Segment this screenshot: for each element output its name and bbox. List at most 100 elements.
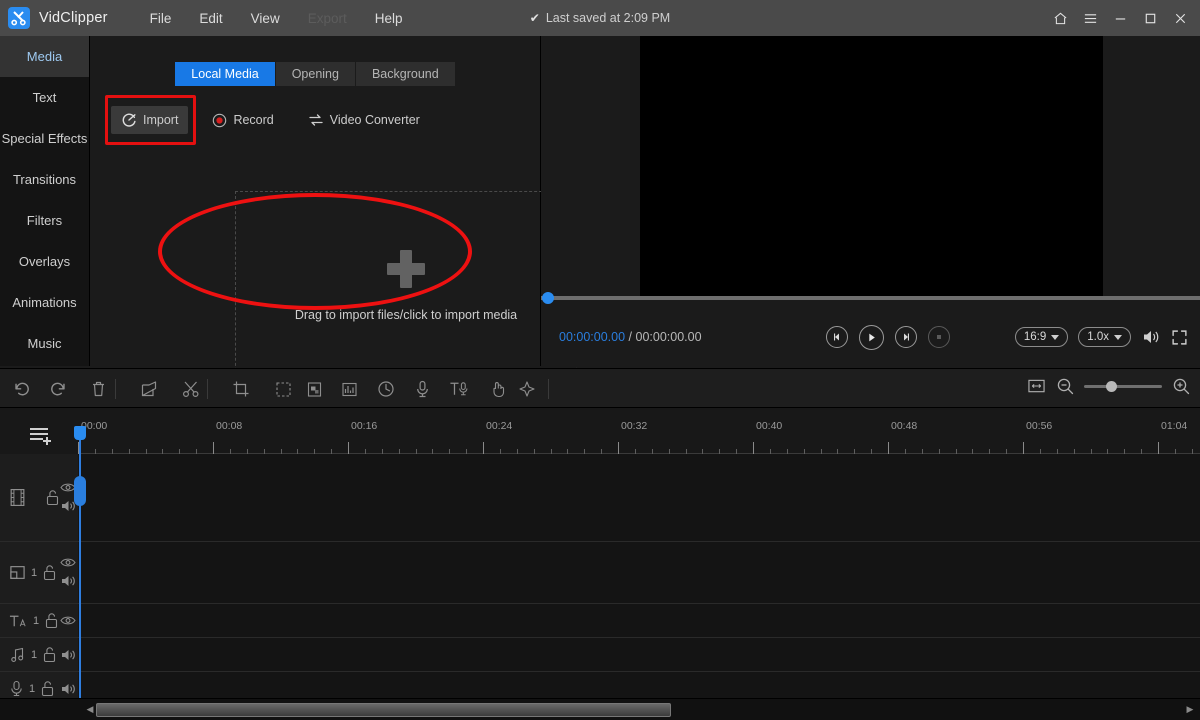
delete-icon[interactable]: [86, 377, 110, 401]
playhead-handle[interactable]: [74, 426, 86, 440]
ruler-tick: [213, 442, 214, 454]
edit-icon[interactable]: [137, 377, 161, 401]
previous-frame-button[interactable]: [826, 326, 848, 348]
record-button[interactable]: Record: [202, 107, 283, 134]
sidebar-item-text[interactable]: Text: [0, 77, 89, 118]
playback-speed-dropdown[interactable]: 1.0x: [1078, 327, 1131, 347]
tab-opening[interactable]: Opening: [276, 62, 356, 86]
voiceover-icon[interactable]: [410, 377, 434, 401]
ruler-tick: [888, 442, 889, 454]
hamburger-menu-icon[interactable]: [1076, 4, 1104, 32]
redo-icon[interactable]: [45, 377, 69, 401]
hscroll-thumb[interactable]: [96, 703, 671, 717]
zoom-in-icon[interactable]: [1172, 377, 1190, 395]
sidebar-item-transitions[interactable]: Transitions: [0, 159, 89, 200]
menu-file[interactable]: File: [136, 7, 186, 30]
menu-help[interactable]: Help: [361, 7, 417, 30]
sidebar-item-filters[interactable]: Filters: [0, 200, 89, 241]
track-lane-text[interactable]: [78, 604, 1200, 637]
sidebar-item-overlays[interactable]: Overlays: [0, 241, 89, 282]
time-separator: /: [629, 330, 632, 344]
gesture-icon[interactable]: [486, 377, 510, 401]
home-icon[interactable]: [1046, 4, 1074, 32]
preview-scrubber[interactable]: [541, 296, 1200, 300]
zoom-slider-handle[interactable]: [1106, 381, 1117, 392]
track-lane-music[interactable]: [78, 638, 1200, 671]
maximize-icon[interactable]: [1136, 4, 1164, 32]
text-track-icon: [9, 613, 28, 629]
playhead-grip[interactable]: [74, 476, 86, 506]
sidebar-item-animations[interactable]: Animations: [0, 282, 89, 323]
import-label: Import: [143, 113, 178, 127]
menu-edit[interactable]: Edit: [185, 7, 236, 30]
speaker-icon[interactable]: [60, 648, 76, 662]
ruler-tick: [618, 442, 619, 454]
ruler-label: 00:08: [216, 420, 242, 432]
hscroll-track[interactable]: [96, 703, 1182, 717]
timeline-playhead[interactable]: [79, 426, 81, 698]
voiceover-track-icon: [9, 680, 24, 697]
track-row-pip[interactable]: 1: [0, 542, 1200, 604]
ai-tools-icon[interactable]: [515, 377, 539, 401]
video-track-icon: [9, 488, 26, 507]
track-lane-pip[interactable]: [78, 542, 1200, 603]
crop-icon[interactable]: [229, 377, 253, 401]
aspect-ratio-dropdown[interactable]: 16:9: [1015, 327, 1068, 347]
toolbar-divider: [207, 379, 208, 399]
track-lane-video[interactable]: [78, 454, 1200, 541]
import-button[interactable]: Import: [111, 106, 188, 134]
track-number: 1: [33, 615, 39, 627]
tab-local-media[interactable]: Local Media: [175, 62, 275, 86]
track-row-video[interactable]: [0, 454, 1200, 542]
next-frame-button[interactable]: [895, 326, 917, 348]
media-dropzone[interactable]: Drag to import files/click to import med…: [235, 191, 577, 381]
undo-icon[interactable]: [10, 377, 34, 401]
minimize-icon[interactable]: [1106, 4, 1134, 32]
zoom-out-icon[interactable]: [1056, 377, 1074, 395]
plus-icon: [387, 250, 425, 288]
menu-view[interactable]: View: [237, 7, 294, 30]
speed-icon[interactable]: [374, 377, 398, 401]
add-track-icon[interactable]: [28, 425, 54, 447]
track-number: 1: [29, 683, 35, 695]
speaker-icon[interactable]: [60, 574, 76, 588]
unlock-icon[interactable]: [45, 489, 60, 506]
play-button[interactable]: [859, 325, 884, 350]
tab-background[interactable]: Background: [356, 62, 455, 86]
track-row-text[interactable]: 1: [0, 604, 1200, 638]
unlock-icon[interactable]: [42, 564, 57, 581]
sidebar-item-special-effects[interactable]: Special Effects: [0, 118, 89, 159]
track-row-music[interactable]: 1: [0, 638, 1200, 672]
sidebar-item-music[interactable]: Music: [0, 323, 89, 364]
video-preview-canvas[interactable]: [640, 36, 1103, 296]
fit-to-timeline-icon[interactable]: [1027, 378, 1046, 395]
app-title: VidClipper: [39, 10, 108, 26]
unlock-icon[interactable]: [40, 680, 55, 697]
stop-button[interactable]: [928, 326, 950, 348]
speaker-icon[interactable]: [60, 682, 76, 696]
ruler-label: 00:16: [351, 420, 377, 432]
volume-icon[interactable]: [1141, 328, 1161, 346]
sidebar-item-media[interactable]: Media: [0, 36, 89, 77]
scroll-right-arrow[interactable]: ▶: [1182, 704, 1198, 715]
close-icon[interactable]: [1166, 4, 1194, 32]
zoom-slider[interactable]: [1084, 385, 1162, 388]
unlock-icon[interactable]: [44, 612, 59, 629]
mosaic-icon[interactable]: [271, 377, 295, 401]
eye-icon[interactable]: [60, 557, 76, 568]
ruler-label: 00:32: [621, 420, 647, 432]
mask-icon[interactable]: [302, 377, 326, 401]
scrubber-handle[interactable]: [542, 292, 554, 304]
video-converter-button[interactable]: Video Converter: [298, 107, 430, 133]
preview-right-controls: 16:9 1.0x: [1015, 327, 1188, 347]
text-to-speech-icon[interactable]: [447, 377, 471, 401]
eye-icon[interactable]: [60, 615, 76, 626]
audio-levels-icon[interactable]: [337, 377, 361, 401]
track-toggles-text: [60, 604, 76, 637]
menu-bar: File Edit View Export Help: [136, 7, 417, 30]
fullscreen-icon[interactable]: [1171, 329, 1188, 346]
split-icon[interactable]: [179, 377, 203, 401]
unlock-icon[interactable]: [42, 646, 57, 663]
timeline-hscrollbar[interactable]: ◀ ▶: [0, 698, 1200, 720]
timeline-ruler[interactable]: 00:00 00:08 00:16 00:24 00:32 00:40 00:4…: [78, 420, 1200, 454]
